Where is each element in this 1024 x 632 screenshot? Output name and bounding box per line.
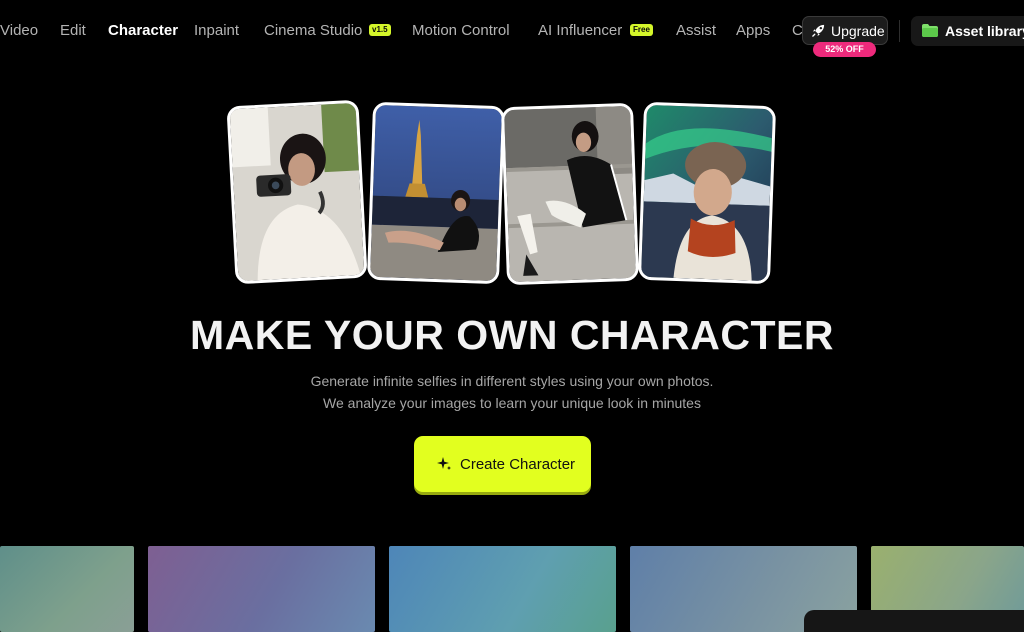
- nav-item-video[interactable]: Video: [0, 22, 38, 40]
- photo-card-aurora: [637, 101, 777, 285]
- nav-item-assist[interactable]: Assist: [676, 22, 716, 40]
- discount-badge: 52% OFF: [813, 42, 876, 57]
- sparkle-icon: [437, 457, 451, 470]
- nav-item-cinema-studio[interactable]: Cinema Studio: [264, 22, 362, 40]
- nav-item-character[interactable]: Character: [108, 22, 178, 40]
- nav-item-motion-control[interactable]: Motion Control: [412, 22, 510, 40]
- floating-panel-edge: [804, 610, 1024, 632]
- create-character-label: Create Character: [460, 456, 576, 473]
- photo-card-eiffel: [366, 101, 506, 285]
- version-badge: v1.5: [369, 24, 391, 36]
- free-badge: Free: [630, 24, 653, 36]
- photo-card-tracksuit: [500, 102, 640, 286]
- rocket-icon: [812, 24, 825, 37]
- folder-icon: [922, 24, 938, 37]
- nav-item-ai-influencer[interactable]: AI Influencer: [538, 22, 622, 40]
- upgrade-button[interactable]: Upgrade: [802, 16, 888, 45]
- nav-item-inpaint[interactable]: Inpaint: [194, 22, 239, 40]
- asset-library-button[interactable]: Asset library: [911, 16, 1024, 46]
- page-title: MAKE YOUR OWN CHARACTER: [190, 312, 834, 358]
- photo-card-camera: [226, 99, 368, 285]
- gallery-tile-2[interactable]: [148, 546, 375, 632]
- create-character-button[interactable]: Create Character: [414, 436, 591, 492]
- subtitle-line-1: Generate infinite selfies in different s…: [310, 373, 714, 389]
- nav-item-edit[interactable]: Edit: [60, 22, 86, 40]
- upgrade-label: Upgrade: [831, 23, 885, 39]
- gallery-tile-1[interactable]: [0, 546, 134, 632]
- asset-library-label: Asset library: [945, 23, 1024, 39]
- nav-divider: [899, 20, 900, 42]
- subtitle-line-2: We analyze your images to learn your uni…: [323, 395, 701, 411]
- character-page: Video Edit Character Inpaint Cinema Stud…: [0, 0, 1024, 632]
- nav-item-apps[interactable]: Apps: [736, 22, 770, 40]
- top-navigation: Video Edit Character Inpaint Cinema Stud…: [0, 0, 1024, 62]
- gallery-tile-3[interactable]: [389, 546, 616, 632]
